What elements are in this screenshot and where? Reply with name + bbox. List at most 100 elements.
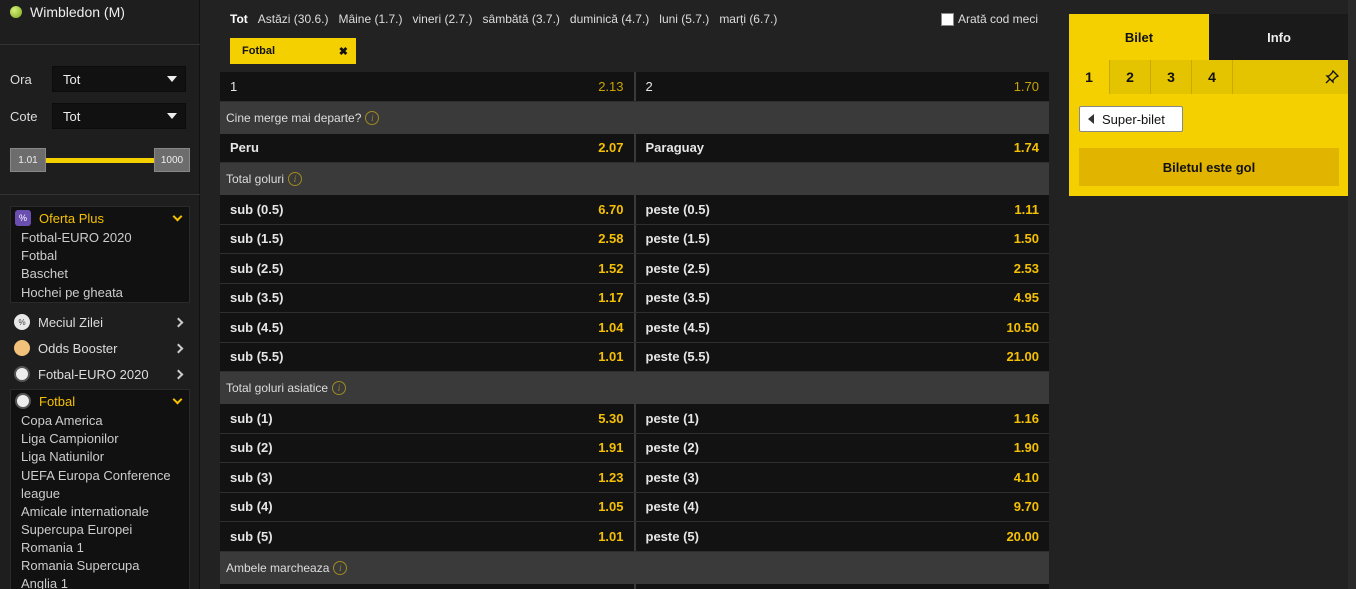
odds-value: 1.05 (598, 499, 624, 515)
chevron-right-icon (173, 343, 184, 353)
oferta-plus-item[interactable]: Fotbal (11, 247, 189, 265)
league-item[interactable]: Amicale internationale (11, 503, 189, 521)
fotbal-header[interactable]: Fotbal (11, 390, 189, 412)
cote-select[interactable]: Tot (52, 103, 186, 129)
oferta-plus-item[interactable]: Baschet (11, 265, 189, 283)
pin-icon[interactable] (1315, 60, 1349, 94)
odds-cell[interactable]: sub (2.5) 1.52 (220, 254, 634, 283)
oferta-plus-header[interactable]: % Oferta Plus (11, 207, 189, 229)
super-bilet-button[interactable]: Super-bilet (1079, 106, 1183, 132)
odds-value: 2.58 (598, 231, 624, 247)
odds-cell[interactable]: Peru 2.07 (220, 133, 634, 162)
day-tab[interactable]: marți (6.7.) (719, 12, 777, 26)
slider-min-handle[interactable]: 1.01 (10, 148, 46, 172)
menu-item-meciul-zilei[interactable]: % Meciul Zilei (10, 309, 190, 335)
tab-info[interactable]: Info (1209, 14, 1349, 60)
odds-cell[interactable]: peste (0.5) 1.11 (635, 195, 1049, 224)
wimbledon-item[interactable]: Wimbledon (M) (10, 4, 125, 20)
main-content: Tot Astăzi (30.6.) Mâine (1.7.) vineri (… (200, 0, 1068, 589)
show-code-toggle[interactable]: Arată cod meci (940, 12, 1038, 26)
odds-value: 1.01 (598, 528, 624, 544)
oferta-plus-item[interactable]: Hochei pe gheata (11, 284, 189, 302)
league-item[interactable]: Supercupa Europei (11, 521, 189, 539)
odds-cell[interactable] (220, 583, 634, 589)
slip-number[interactable]: 1 (1069, 60, 1110, 94)
day-tab[interactable]: Astăzi (30.6.) (258, 12, 329, 26)
odds-cell[interactable]: sub (3.5) 1.17 (220, 283, 634, 312)
outcome-label: peste (1) (645, 410, 699, 426)
odds-row: sub (1) 5.30 peste (1) 1.16 (220, 404, 1049, 434)
info-icon[interactable]: i (333, 560, 348, 575)
outcome-label: sub (1.5) (230, 231, 284, 247)
odds-value: 1.16 (1013, 410, 1039, 426)
league-item[interactable]: Liga Campionilor (11, 430, 189, 448)
odds-row: sub (0.5) 6.70 peste (0.5) 1.11 (220, 195, 1049, 225)
odds-cell[interactable]: 2 1.70 (635, 72, 1049, 101)
day-tab[interactable]: vineri (2.7.) (413, 12, 473, 26)
odds-cell[interactable]: peste (3) 4.10 (635, 463, 1049, 492)
odds-cell[interactable]: 1 2.13 (220, 72, 634, 101)
odds-cell[interactable]: Paraguay 1.74 (635, 133, 1049, 162)
league-item[interactable]: Romania 1 (11, 539, 189, 557)
odds-cell[interactable]: sub (1) 5.30 (220, 404, 634, 433)
day-tab-tot[interactable]: Tot (230, 12, 248, 26)
odds-range-slider[interactable]: 1.01 1000 (10, 148, 190, 172)
odds-cell[interactable] (635, 583, 1049, 589)
league-item[interactable]: Romania Supercupa (11, 557, 189, 575)
page-scrollbar[interactable] (1348, 0, 1356, 589)
day-tab[interactable]: duminică (4.7.) (570, 12, 649, 26)
show-code-label: Arată cod meci (957, 12, 1038, 26)
close-icon[interactable]: ✖ (339, 45, 348, 58)
odds-cell[interactable]: peste (1) 1.16 (635, 404, 1049, 433)
odds-row: sub (1.5) 2.58 peste (1.5) 1.50 (220, 224, 1049, 254)
triangle-left-icon (1088, 114, 1094, 124)
odds-cell[interactable]: sub (3) 1.23 (220, 463, 634, 492)
slip-number[interactable]: 3 (1151, 60, 1192, 94)
odds-row: sub (5) 1.01 peste (5) 20.00 (220, 522, 1049, 552)
day-tab[interactable]: Mâine (1.7.) (338, 12, 402, 26)
odds-cell[interactable]: peste (4.5) 10.50 (635, 313, 1049, 342)
odds-cell[interactable]: peste (1.5) 1.50 (635, 224, 1049, 253)
league-item[interactable]: Liga Natiunilor (11, 448, 189, 466)
odds-row: sub (4.5) 1.04 peste (4.5) 10.50 (220, 313, 1049, 343)
odds-cell[interactable]: sub (4.5) 1.04 (220, 313, 634, 342)
odds-cell[interactable]: sub (4) 1.05 (220, 492, 634, 521)
slip-number[interactable]: 4 (1192, 60, 1233, 94)
odds-cell[interactable]: peste (2.5) 2.53 (635, 254, 1049, 283)
ticket-column: Bilet Info 1 2 3 4 Super-bilet Biletul e… (1068, 0, 1356, 589)
tab-bilet[interactable]: Bilet (1069, 14, 1209, 60)
badge-icon: % (14, 314, 30, 330)
menu-item-odds-booster[interactable]: Odds Booster (10, 335, 190, 361)
league-item[interactable]: Anglia 1 (11, 575, 189, 589)
oferta-plus-item[interactable]: Fotbal-EURO 2020 (11, 229, 189, 247)
odds-cell[interactable]: sub (2) 1.91 (220, 433, 634, 462)
slip-number[interactable]: 2 (1110, 60, 1151, 94)
info-icon[interactable]: i (365, 110, 380, 125)
show-code-checkbox[interactable] (940, 12, 954, 26)
odds-cell[interactable]: peste (2) 1.90 (635, 433, 1049, 462)
odds-cell[interactable]: peste (5) 20.00 (635, 522, 1049, 551)
odds-cell[interactable]: sub (0.5) 6.70 (220, 195, 634, 224)
ora-select[interactable]: Tot (52, 66, 186, 92)
super-bilet-label: Super-bilet (1102, 111, 1165, 127)
info-icon[interactable]: i (332, 381, 347, 395)
odds-cell[interactable]: peste (5.5) 21.00 (635, 342, 1049, 371)
league-item[interactable]: UEFA Europa Conference league (11, 467, 189, 503)
day-tab[interactable]: luni (5.7.) (659, 12, 709, 26)
slip-numbers: 1 2 3 4 (1069, 60, 1349, 94)
odds-cell[interactable]: peste (4) 9.70 (635, 492, 1049, 521)
slider-max-handle[interactable]: 1000 (154, 148, 190, 172)
menu-item-fotbal-euro[interactable]: Fotbal-EURO 2020 (10, 361, 190, 387)
empty-slip-message: Biletul este gol (1079, 148, 1339, 186)
odds-cell[interactable]: sub (5.5) 1.01 (220, 342, 634, 371)
menu-item-label: Odds Booster (38, 340, 118, 356)
league-item[interactable]: Copa America (11, 412, 189, 430)
odds-cell[interactable]: sub (5) 1.01 (220, 522, 634, 551)
odds-cell[interactable]: peste (3.5) 4.95 (635, 283, 1049, 312)
odds-row: sub (5.5) 1.01 peste (5.5) 21.00 (220, 342, 1049, 372)
day-tab[interactable]: sâmbătă (3.7.) (483, 12, 560, 26)
odds-cell[interactable]: sub (1.5) 2.58 (220, 224, 634, 253)
oferta-plus-title: Oferta Plus (39, 210, 105, 226)
info-icon[interactable]: i (288, 172, 303, 186)
asiatice-rows: sub (1) 5.30 peste (1) 1.16 sub (2) 1.91 peste… (220, 404, 1049, 552)
